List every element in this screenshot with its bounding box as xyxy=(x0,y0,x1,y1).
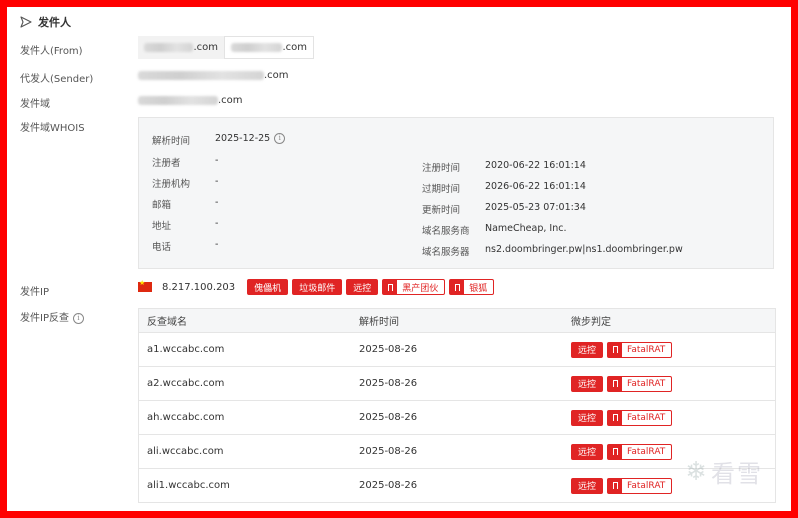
reverse-domain[interactable]: a2.wccabc.com xyxy=(138,366,351,401)
reverse-time: 2025-08-26 xyxy=(351,332,563,367)
from-label: 发件人(From) xyxy=(20,46,83,57)
from-value-secondary[interactable]: .com xyxy=(224,36,314,59)
whois-key: 注册机构 xyxy=(152,179,191,190)
tag-remote-control[interactable]: 远控 xyxy=(571,375,604,392)
info-icon[interactable]: i xyxy=(274,133,286,144)
whois-panel: 解析时间 2025-12-25 i 注册者 - 注册机构 - 邮箱 - 地址 - … xyxy=(138,117,774,269)
column-header: 反查域名 xyxy=(138,308,351,333)
reverse-lookup-table: 反查域名 解析时间 微步判定 a1.wccabc.com 2025-08-26 … xyxy=(138,308,776,503)
reverse-domain[interactable]: ali1.wccabc.com xyxy=(138,468,351,503)
section-title: 发件人 xyxy=(38,16,71,29)
whois-value: - xyxy=(215,176,219,187)
whois-key: 电话 xyxy=(152,242,172,253)
whois-value: 2025-05-23 07:01:34 xyxy=(485,202,586,213)
watermark-text: 看雪 xyxy=(711,460,763,488)
watermark: ❄ 看雪 xyxy=(685,454,763,489)
bookmark-icon xyxy=(608,444,623,459)
whois-parse-time: 2025-12-25 i xyxy=(215,133,286,144)
reverse-domain[interactable]: ali.wccabc.com xyxy=(138,434,351,469)
snowflake-icon: ❄ xyxy=(685,456,707,487)
redacted-text xyxy=(231,43,283,52)
tag-blackmarket-group[interactable]: 黑产团伙 xyxy=(382,279,446,295)
ip-value[interactable]: 8.217.100.203 xyxy=(162,282,235,293)
ip-row: 8.217.100.203 傀儡机 垃圾邮件 远控 黑产团伙 银狐 xyxy=(138,279,495,295)
whois-value: 2026-06-22 16:01:14 xyxy=(485,181,586,192)
tag-fatalrat[interactable]: FatalRAT xyxy=(607,443,673,460)
tag-fatalrat[interactable]: FatalRAT xyxy=(607,409,673,426)
tag-fatalrat[interactable]: FatalRAT xyxy=(607,375,673,392)
whois-value: ns2.doombringer.pw|ns1.doombringer.pw xyxy=(485,244,683,255)
section-header: 发件人 xyxy=(20,14,71,30)
whois-value: - xyxy=(215,197,219,208)
tag-spam[interactable]: 垃圾邮件 xyxy=(292,279,343,295)
screenshot-frame: 发件人 发件人(From) .com .com 代发人(Sender) .com… xyxy=(0,0,798,518)
table-row: a2.wccabc.com 2025-08-26 远控 FatalRAT xyxy=(138,366,776,401)
info-icon[interactable]: i xyxy=(72,312,84,324)
whois-key: 域名服务商 xyxy=(422,226,470,237)
sender-label: 代发人(Sender) xyxy=(20,74,94,85)
reverse-time: 2025-08-26 xyxy=(351,366,563,401)
whois-key: 地址 xyxy=(152,221,172,232)
tag-remote-control[interactable]: 远控 xyxy=(571,477,604,494)
tag-silverfox[interactable]: 银狐 xyxy=(449,279,495,295)
bookmark-icon xyxy=(608,342,623,357)
reverse-time: 2025-08-26 xyxy=(351,400,563,435)
whois-key: 域名服务器 xyxy=(422,247,470,258)
table-row: ali1.wccabc.com 2025-08-26 远控 FatalRAT xyxy=(138,468,776,503)
table-row: ali.wccabc.com 2025-08-26 远控 FatalRAT xyxy=(138,434,776,469)
send-icon xyxy=(20,16,32,28)
tag-remote-control[interactable]: 远控 xyxy=(571,409,604,426)
whois-value: NameCheap, Inc. xyxy=(485,223,567,234)
table-row: a1.wccabc.com 2025-08-26 远控 FatalRAT xyxy=(138,332,776,367)
bookmark-icon xyxy=(608,410,623,425)
whois-key: 注册时间 xyxy=(422,163,461,174)
tag-fatalrat[interactable]: FatalRAT xyxy=(607,341,673,358)
redacted-text xyxy=(138,95,218,105)
column-header: 解析时间 xyxy=(351,308,563,333)
from-value-primary[interactable]: .com xyxy=(138,36,224,59)
bookmark-icon xyxy=(383,280,398,294)
bookmark-icon xyxy=(608,478,623,493)
china-flag-icon xyxy=(138,279,152,292)
domain-label: 发件域 xyxy=(20,99,50,110)
table-header-row: 反查域名 解析时间 微步判定 xyxy=(138,308,776,333)
sender-value: .com xyxy=(138,70,289,81)
tag-puppet[interactable]: 傀儡机 xyxy=(247,279,289,295)
whois-value: - xyxy=(215,155,219,166)
whois-parse-time-label: 解析时间 xyxy=(152,136,191,147)
tag-remote-control[interactable]: 远控 xyxy=(346,279,379,295)
whois-key: 过期时间 xyxy=(422,184,461,195)
from-values: .com .com xyxy=(138,36,314,59)
reverse-time: 2025-08-26 xyxy=(351,468,563,503)
reverse-domain[interactable]: a1.wccabc.com xyxy=(138,332,351,367)
whois-label: 发件域WHOIS xyxy=(20,123,85,134)
whois-key: 更新时间 xyxy=(422,205,461,216)
domain-value: .com xyxy=(138,95,243,106)
whois-key: 邮箱 xyxy=(152,200,172,211)
reverse-label: 发件IP反查 i xyxy=(20,309,84,324)
redacted-text xyxy=(144,43,194,52)
whois-value: 2020-06-22 16:01:14 xyxy=(485,160,586,171)
bookmark-icon xyxy=(608,376,623,391)
whois-key: 注册者 xyxy=(152,158,181,169)
tag-remote-control[interactable]: 远控 xyxy=(571,443,604,460)
tag-remote-control[interactable]: 远控 xyxy=(571,341,604,358)
reverse-domain[interactable]: ah.wccabc.com xyxy=(138,400,351,435)
reverse-time: 2025-08-26 xyxy=(351,434,563,469)
redacted-text xyxy=(138,70,264,80)
bookmark-icon xyxy=(450,280,465,294)
tag-fatalrat[interactable]: FatalRAT xyxy=(607,477,673,494)
whois-value: - xyxy=(215,239,219,250)
table-row: ah.wccabc.com 2025-08-26 远控 FatalRAT xyxy=(138,400,776,435)
column-header: 微步判定 xyxy=(563,308,776,333)
ip-label: 发件IP xyxy=(20,287,49,298)
whois-value: - xyxy=(215,218,219,229)
